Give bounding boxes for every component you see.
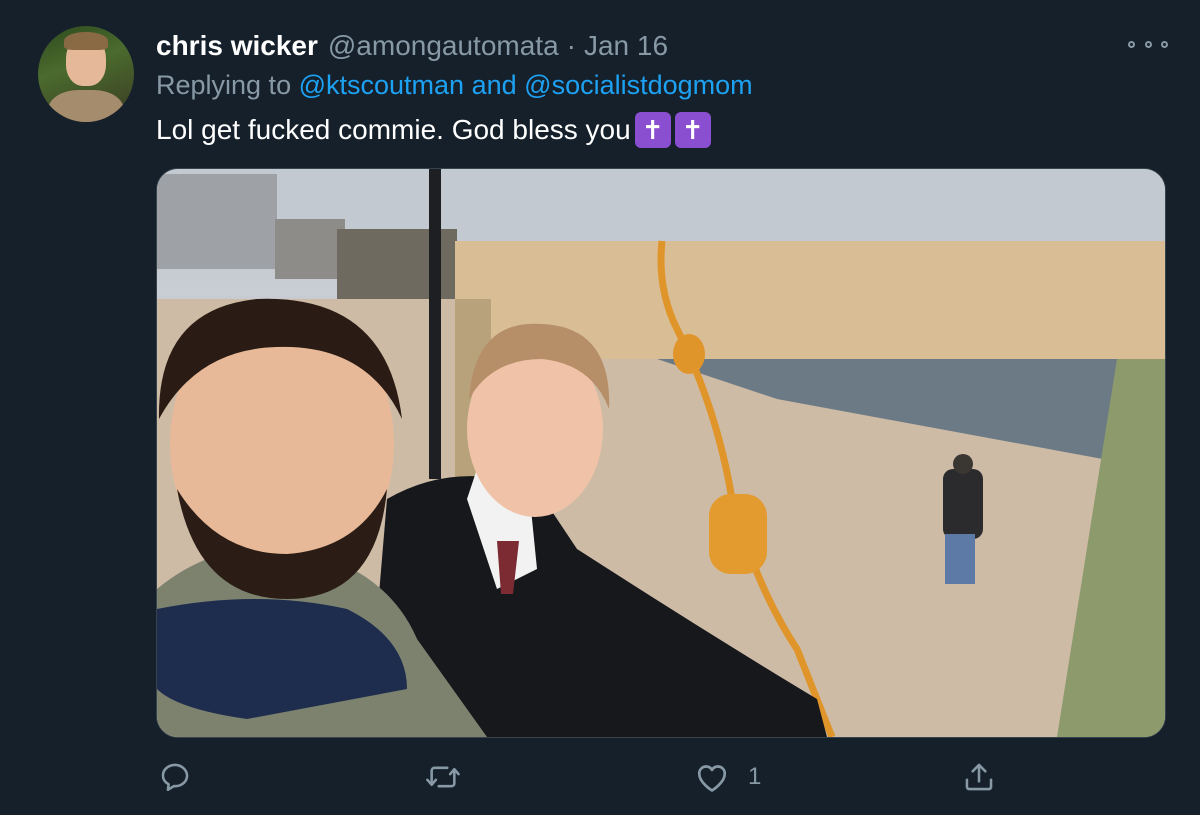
photo-lamp-post (429, 169, 441, 479)
more-options-icon[interactable] (1128, 34, 1168, 54)
reply-icon (161, 763, 189, 792)
photo-rope-coil (709, 494, 767, 574)
photo-building (275, 219, 345, 279)
tweet-text: Lol get fucked commie. God bless you ✝ ✝ (156, 112, 711, 148)
latin-cross-emoji: ✝ (634, 112, 671, 148)
share-icon (965, 763, 993, 791)
like-count: 1 (748, 763, 762, 790)
reply-to-link-2[interactable]: @socialistdogmom (524, 70, 753, 100)
reply-joiner[interactable]: and (472, 70, 517, 100)
tweet: chris wicker @amongautomata · Jan 16 Rep… (0, 0, 1200, 815)
replying-prefix: Replying to (156, 70, 292, 100)
reply-button[interactable] (158, 752, 192, 802)
tweet-text-body: Lol get fucked commie. God bless you (156, 114, 631, 145)
share-button[interactable] (962, 752, 996, 802)
photo-walker (943, 469, 983, 539)
replying-to: Replying to @ktscoutman and @socialistdo… (156, 70, 753, 101)
tweet-header: chris wicker @amongautomata · Jan 16 (156, 28, 668, 64)
photo-walker-legs (945, 534, 975, 584)
separator: · (566, 30, 576, 61)
heart-icon (697, 765, 727, 792)
photo-building (157, 174, 277, 269)
more-dot (1128, 40, 1135, 48)
tweet-actions: 1 (0, 752, 1200, 802)
avatar[interactable] (38, 26, 134, 122)
more-dot (1144, 40, 1152, 48)
avatar-hair-shape (64, 32, 108, 50)
tweet-photo[interactable] (156, 168, 1166, 738)
tweet-date[interactable]: Jan 16 (584, 30, 668, 62)
avatar-body-shape (48, 90, 124, 122)
latin-cross-emoji: ✝ (674, 112, 711, 148)
photo-illustration (157, 169, 1165, 737)
reply-to-link-1[interactable]: @ktscoutman (299, 70, 464, 100)
author-handle[interactable]: @amongautomata (328, 30, 559, 62)
photo-rope-knot (673, 334, 705, 374)
retweet-button[interactable] (424, 752, 462, 802)
author-name[interactable]: chris wicker (156, 30, 318, 62)
retweet-icon (426, 766, 460, 788)
more-dot (1161, 40, 1168, 48)
photo-walker-head (953, 454, 973, 474)
like-button[interactable]: 1 (694, 752, 761, 802)
